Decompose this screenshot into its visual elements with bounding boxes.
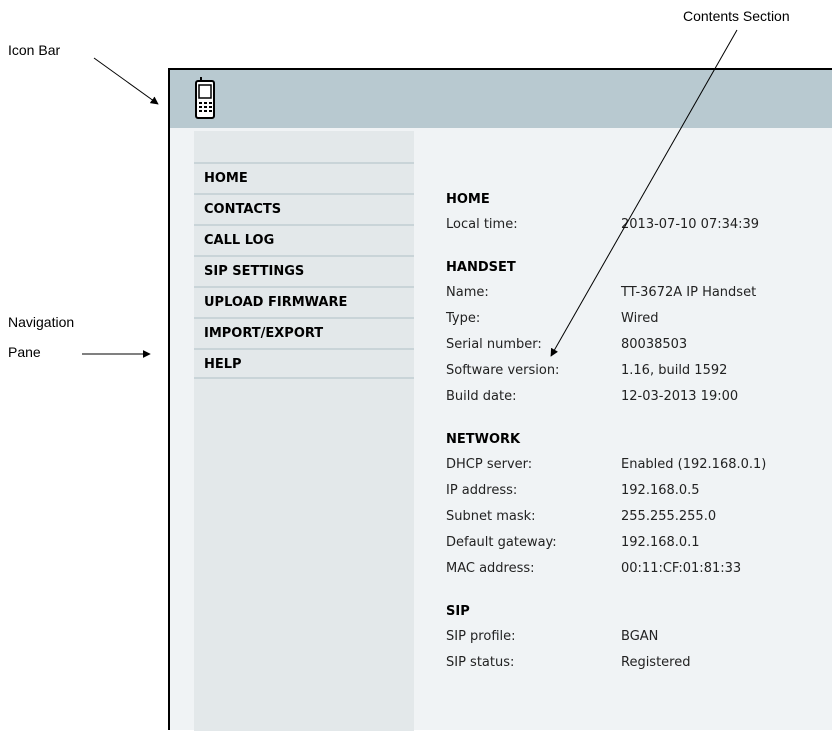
info-row: Build date: 12-03-2013 19:00 xyxy=(446,384,766,410)
web-interface-window: HOME CONTACTS CALL LOG SIP SETTINGS UPLO… xyxy=(168,68,832,731)
info-value: 1.16, build 1592 xyxy=(621,363,728,378)
section-handset: HANDSET Name: TT-3672A IP Handset Type: Wi… xyxy=(446,256,766,410)
info-label: Type: xyxy=(446,311,481,326)
info-row: Local time: 2013-07-10 07:34:39 xyxy=(446,212,766,238)
section-network: NETWORK DHCP server: Enabled (192.168.0.1… xyxy=(446,428,766,582)
info-row: Serial number: 80038503 xyxy=(446,332,766,358)
info-row: SIP profile: BGAN xyxy=(446,624,766,650)
section-title: SIP xyxy=(446,604,470,619)
info-value: 255.255.255.0 xyxy=(621,509,717,524)
callout-contents-section: Contents Section xyxy=(683,8,790,24)
info-label: Serial number: xyxy=(446,337,542,352)
info-row: Software version: 1.16, build 1592 xyxy=(446,358,766,384)
info-label: DHCP server: xyxy=(446,457,533,472)
info-value: 12-03-2013 19:00 xyxy=(621,389,739,404)
info-label: Default gateway: xyxy=(446,535,557,550)
callout-icon-bar: Icon Bar xyxy=(8,42,61,58)
info-label: SIP profile: xyxy=(446,629,516,644)
contents-section: HOME Local time: 2013-07-10 07:34:39 HAND… xyxy=(446,188,766,676)
nav-item-upload-firmware[interactable]: UPLOAD FIRMWARE xyxy=(194,286,414,317)
info-value: 2013-07-10 07:34:39 xyxy=(621,217,760,232)
info-row: MAC address: 00:11:CF:01:81:33 xyxy=(446,556,766,582)
info-value: BGAN xyxy=(621,629,659,644)
info-row: SIP status: Registered xyxy=(446,650,766,676)
info-label: Subnet mask: xyxy=(446,509,536,524)
info-label: Local time: xyxy=(446,217,518,232)
info-label: SIP status: xyxy=(446,655,515,670)
callout-navigation: Navigation xyxy=(8,314,75,330)
info-row: Subnet mask: 255.255.255.0 xyxy=(446,504,766,530)
info-row: DHCP server: Enabled (192.168.0.1) xyxy=(446,452,766,478)
section-title: NETWORK xyxy=(446,432,521,447)
section-sip: SIP SIP profile: BGAN SIP status: Register… xyxy=(446,600,766,676)
info-value: 192.168.0.5 xyxy=(621,483,700,498)
icon-bar xyxy=(170,70,832,128)
info-value: Enabled (192.168.0.1) xyxy=(621,457,767,472)
info-value: 192.168.0.1 xyxy=(621,535,700,550)
info-value: Wired xyxy=(621,311,659,326)
section-title: HOME xyxy=(446,192,490,207)
section-home: HOME Local time: 2013-07-10 07:34:39 xyxy=(446,188,766,238)
info-value: Registered xyxy=(621,655,691,670)
callout-pane: Pane xyxy=(8,344,41,360)
navigation-pane: HOME CONTACTS CALL LOG SIP SETTINGS UPLO… xyxy=(194,131,414,731)
nav-item-contacts[interactable]: CONTACTS xyxy=(194,193,414,224)
arrow-icon-bar xyxy=(93,57,159,105)
nav-item-sip-settings[interactable]: SIP SETTINGS xyxy=(194,255,414,286)
info-label: IP address: xyxy=(446,483,518,498)
section-title: HANDSET xyxy=(446,260,516,275)
info-row: Type: Wired xyxy=(446,306,766,332)
info-label: Name: xyxy=(446,285,489,300)
nav-item-help[interactable]: HELP xyxy=(194,348,414,379)
phone-handset-icon[interactable] xyxy=(194,76,216,120)
info-row: Name: TT-3672A IP Handset xyxy=(446,280,766,306)
info-value: TT-3672A IP Handset xyxy=(621,285,757,300)
info-value: 80038503 xyxy=(621,337,688,352)
info-label: Software version: xyxy=(446,363,560,378)
nav-item-home[interactable]: HOME xyxy=(194,162,414,193)
info-label: MAC address: xyxy=(446,561,535,576)
nav-item-import-export[interactable]: IMPORT/EXPORT xyxy=(194,317,414,348)
info-row: IP address: 192.168.0.5 xyxy=(446,478,766,504)
info-value: 00:11:CF:01:81:33 xyxy=(621,561,742,576)
info-row: Default gateway: 192.168.0.1 xyxy=(446,530,766,556)
nav-item-call-log[interactable]: CALL LOG xyxy=(194,224,414,255)
info-label: Build date: xyxy=(446,389,517,404)
